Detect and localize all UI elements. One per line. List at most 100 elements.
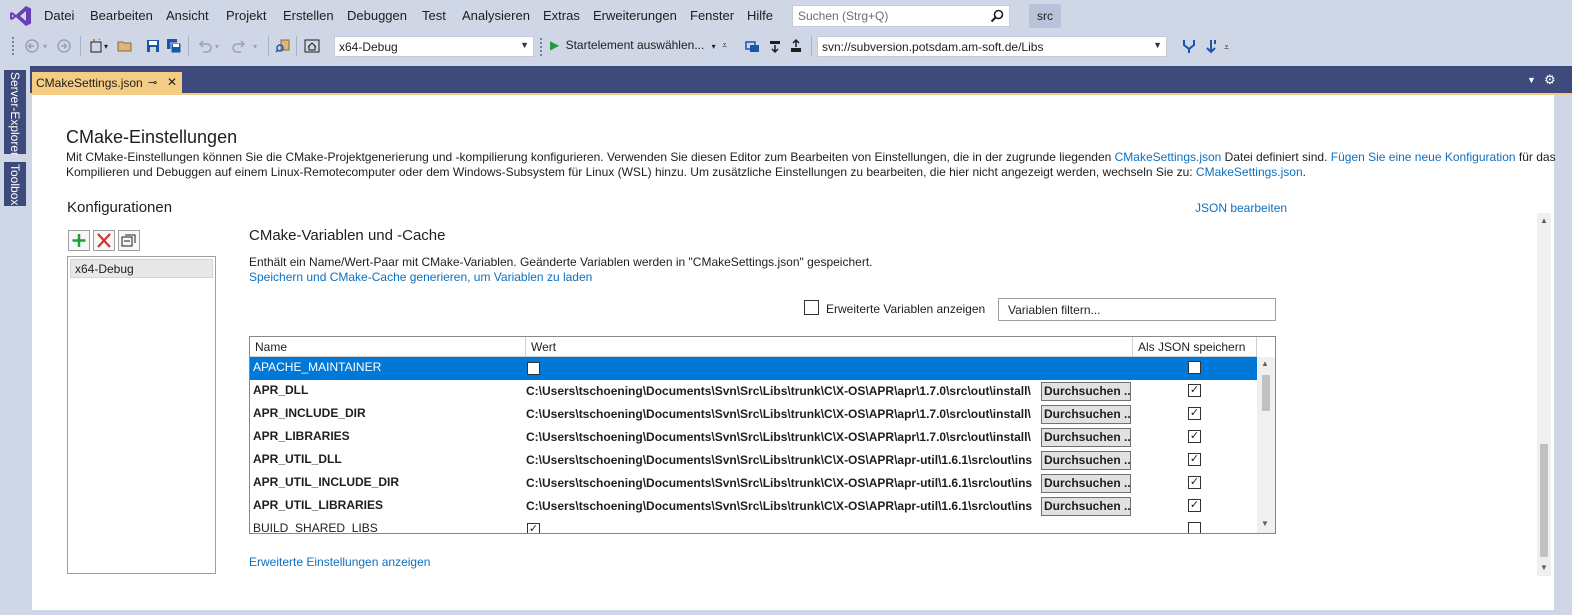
configuration-dropdown[interactable]: x64-Debug ▼ — [334, 36, 534, 57]
vs-logo-icon[interactable] — [10, 5, 32, 27]
find-in-files-icon[interactable] — [275, 38, 291, 54]
edit-json-link[interactable]: JSON bearbeiten — [1195, 201, 1287, 215]
cmakesettings-link[interactable]: CMakeSettings.json — [1196, 165, 1303, 179]
advanced-variables-checkbox[interactable] — [804, 300, 819, 315]
generate-cache-link[interactable]: Speichern und CMake-Cache generieren, um… — [249, 270, 592, 284]
add-configuration-link[interactable]: Fügen Sie eine neue Konfiguration — [1331, 150, 1516, 164]
toolbox-tab[interactable]: Toolbox — [8, 164, 22, 205]
variable-value[interactable]: C:\Users\tschoening\Documents\Svn\Src\Li… — [526, 499, 1042, 513]
browse-button[interactable]: Durchsuchen ... — [1041, 451, 1131, 470]
menu-erstellen[interactable]: Erstellen — [283, 8, 334, 23]
menu-erweiterungen[interactable]: Erweiterungen — [593, 8, 677, 23]
open-folder-icon[interactable] — [117, 38, 133, 54]
save-as-json-checkbox[interactable]: ✓ — [1188, 430, 1201, 443]
new-dropdown-icon[interactable]: ▾ — [104, 42, 108, 51]
menu-ansicht[interactable]: Ansicht — [166, 8, 209, 23]
copy-configuration-button[interactable] — [118, 230, 140, 251]
table-row[interactable]: APR_UTIL_INCLUDE_DIR C:\Users\tschoening\… — [250, 472, 1257, 495]
menu-fenster[interactable]: Fenster — [690, 8, 734, 23]
redo-icon[interactable] — [231, 38, 247, 54]
value-checkbox[interactable]: ✓ — [527, 523, 540, 533]
grid-scroll-thumb[interactable] — [1262, 375, 1270, 411]
scroll-up-icon[interactable]: ▲ — [1261, 359, 1269, 368]
close-icon[interactable]: ✕ — [167, 75, 177, 89]
search-input[interactable]: Suchen (Strg+Q) — [792, 5, 1010, 27]
toolbar-overflow-icon[interactable]: ⩡ — [1224, 42, 1229, 53]
save-icon[interactable] — [145, 38, 161, 54]
save-as-json-checkbox[interactable] — [1188, 361, 1201, 374]
toolbar-overflow-icon[interactable]: ⩡ — [722, 40, 727, 51]
menu-test[interactable]: Test — [422, 8, 446, 23]
start-item-button[interactable]: ▶ Startelement auswählen... ▾ — [550, 38, 716, 56]
table-row[interactable]: APR_INCLUDE_DIR C:\Users\tschoening\Docum… — [250, 403, 1257, 426]
save-as-json-checkbox[interactable]: ✓ — [1188, 407, 1201, 420]
editor-scroll-thumb[interactable] — [1540, 444, 1548, 557]
new-project-icon[interactable] — [88, 38, 104, 54]
tab-list-dropdown-icon[interactable]: ▼ — [1527, 75, 1536, 85]
table-row[interactable]: BUILD_SHARED_LIBS ✓ — [250, 518, 1257, 533]
grid-scrollbar[interactable]: ▲ ▼ — [1257, 357, 1275, 533]
home-icon[interactable] — [304, 38, 320, 54]
variable-value[interactable]: C:\Users\tschoening\Documents\Svn\Src\Li… — [526, 476, 1042, 490]
variable-value[interactable]: C:\Users\tschoening\Documents\Svn\Src\Li… — [526, 453, 1042, 467]
menu-datei[interactable]: Datei — [44, 8, 74, 23]
menu-debuggen[interactable]: Debuggen — [347, 8, 407, 23]
back-icon[interactable] — [24, 38, 40, 54]
variable-value[interactable]: C:\Users\tschoening\Documents\Svn\Src\Li… — [526, 430, 1042, 444]
undo-dropdown-icon[interactable]: ▾ — [215, 42, 219, 51]
save-as-json-checkbox[interactable]: ✓ — [1188, 499, 1201, 512]
configuration-item[interactable]: x64-Debug — [70, 259, 213, 278]
configurations-list[interactable]: x64-Debug — [67, 256, 216, 574]
redo-dropdown-icon[interactable]: ▾ — [253, 42, 257, 51]
value-checkbox[interactable] — [527, 362, 540, 375]
merge-down-icon[interactable] — [1203, 38, 1219, 54]
browse-button[interactable]: Durchsuchen ... — [1041, 382, 1131, 401]
svn-update-icon[interactable] — [767, 38, 783, 54]
menu-analysieren[interactable]: Analysieren — [462, 8, 530, 23]
undo-icon[interactable] — [197, 38, 213, 54]
cmakesettings-link[interactable]: CMakeSettings.json — [1115, 150, 1222, 164]
browse-button[interactable]: Durchsuchen ... — [1041, 428, 1131, 447]
variable-value[interactable]: C:\Users\tschoening\Documents\Svn\Src\Li… — [526, 384, 1042, 398]
browse-button[interactable]: Durchsuchen ... — [1041, 497, 1131, 516]
tab-cmakesettings[interactable]: CMakeSettings.json ⊸ ✕ — [32, 72, 182, 94]
toolbar-grip[interactable] — [12, 37, 15, 55]
browse-button[interactable]: Durchsuchen ... — [1041, 405, 1131, 424]
back-dropdown-icon[interactable]: ▾ — [43, 42, 47, 51]
pin-icon[interactable]: ⊸ — [148, 76, 157, 89]
gear-icon[interactable]: ⚙ — [1544, 72, 1556, 88]
scroll-up-icon[interactable]: ▲ — [1540, 216, 1548, 225]
scroll-down-icon[interactable]: ▼ — [1540, 563, 1548, 572]
menu-bearbeiten[interactable]: Bearbeiten — [90, 8, 153, 23]
forward-icon[interactable] — [56, 38, 72, 54]
svn-commit-icon[interactable] — [788, 38, 804, 54]
save-as-json-checkbox[interactable] — [1188, 522, 1201, 533]
browse-button[interactable]: Durchsuchen ... — [1041, 474, 1131, 493]
advanced-settings-link[interactable]: Erweiterte Einstellungen anzeigen — [249, 555, 430, 569]
save-as-json-checkbox[interactable]: ✓ — [1188, 453, 1201, 466]
menu-extras[interactable]: Extras — [543, 8, 580, 23]
variable-value[interactable]: C:\Users\tschoening\Documents\Svn\Src\Li… — [526, 407, 1042, 421]
scroll-down-icon[interactable]: ▼ — [1261, 519, 1269, 528]
filter-variables-input[interactable]: Variablen filtern... — [998, 298, 1276, 321]
table-row[interactable]: APR_DLL C:\Users\tschoening\Documents\Svn… — [250, 380, 1257, 403]
table-row[interactable]: APR_UTIL_DLL C:\Users\tschoening\Document… — [250, 449, 1257, 472]
add-configuration-button[interactable] — [68, 230, 90, 251]
save-as-json-checkbox[interactable]: ✓ — [1188, 476, 1201, 489]
attach-process-icon[interactable] — [744, 38, 760, 54]
table-row[interactable]: APR_LIBRARIES C:\Users\tschoening\Documen… — [250, 426, 1257, 449]
column-header-json[interactable]: Als JSON speichern — [1133, 337, 1257, 357]
menu-projekt[interactable]: Projekt — [226, 8, 266, 23]
server-explorer-tab[interactable]: Server-Explorer — [8, 72, 22, 156]
save-all-icon[interactable] — [166, 38, 182, 54]
delete-configuration-button[interactable] — [93, 230, 115, 251]
solution-name-badge[interactable]: src — [1029, 4, 1061, 28]
save-as-json-checkbox[interactable]: ✓ — [1188, 384, 1201, 397]
branch-icon[interactable] — [1181, 38, 1197, 54]
column-header-name[interactable]: Name — [250, 337, 526, 357]
column-header-value[interactable]: Wert — [526, 337, 1133, 357]
repository-url-dropdown[interactable]: svn://subversion.potsdam.am-soft.de/Libs… — [817, 36, 1167, 57]
menu-hilfe[interactable]: Hilfe — [747, 8, 773, 23]
table-row[interactable]: APACHE_MAINTAINER — [250, 357, 1257, 380]
table-row[interactable]: APR_UTIL_LIBRARIES C:\Users\tschoening\Do… — [250, 495, 1257, 518]
